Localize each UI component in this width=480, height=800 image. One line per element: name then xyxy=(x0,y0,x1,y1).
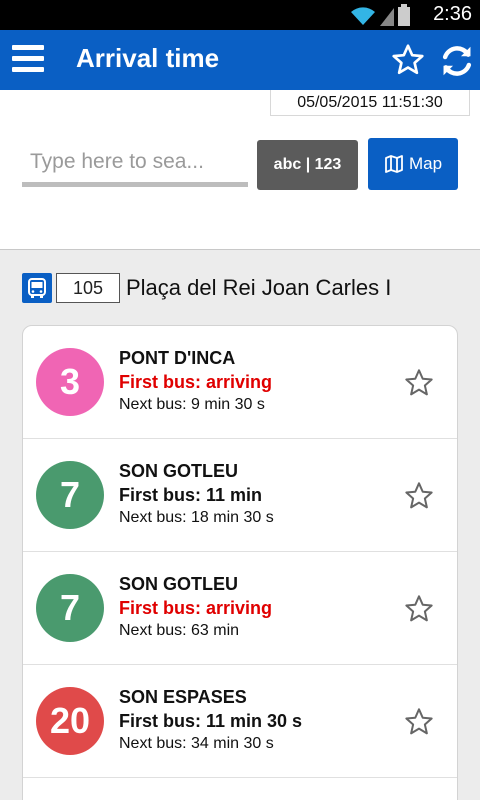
battery-icon xyxy=(398,4,410,26)
first-bus-time: First bus: arriving xyxy=(119,372,273,392)
status-icons xyxy=(350,4,410,26)
arrivals-list: 3 PONT D'INCA First bus: arriving Next b… xyxy=(22,325,458,800)
menu-icon[interactable] xyxy=(12,45,44,73)
wifi-icon xyxy=(351,7,375,25)
next-bus-time: Next bus: 63 min xyxy=(119,622,240,639)
search-box xyxy=(22,140,248,188)
line-badge: 20 xyxy=(36,687,104,755)
status-bar: 2:36 xyxy=(0,0,480,30)
last-update-timestamp: 05/05/2015 11:51:30 xyxy=(270,90,470,116)
app-bar: Arrival time xyxy=(0,30,480,90)
map-icon xyxy=(385,155,403,173)
stop-code: 105 xyxy=(56,273,120,303)
line-badge: 7 xyxy=(36,574,104,642)
favorite-star-icon[interactable] xyxy=(403,480,435,512)
next-bus-time: Next bus: 18 min 30 s xyxy=(119,509,274,526)
search-input[interactable] xyxy=(22,140,248,184)
list-item[interactable]: 20 SON ESPASES First bus: 11 min 30 s Ne… xyxy=(23,665,457,778)
next-bus-time: Next bus: 9 min 30 s xyxy=(119,396,265,413)
next-bus-time: Next bus: 34 min 30 s xyxy=(119,735,274,752)
keyboard-toggle-button[interactable]: abc | 123 xyxy=(257,140,358,190)
stop-header: 105 Plaça del Rei Joan Carles I xyxy=(22,270,462,306)
favorite-star-icon[interactable] xyxy=(403,367,435,399)
map-button-label: Map xyxy=(408,154,443,173)
signal-icon xyxy=(380,8,394,26)
list-item[interactable]: 7 SON GOTLEU First bus: 11 min Next bus:… xyxy=(23,439,457,552)
first-bus-time: First bus: 11 min 30 s xyxy=(119,711,303,731)
clock: 2:36 xyxy=(433,3,472,25)
list-item[interactable]: 7 SON GOTLEU First bus: arriving Next bu… xyxy=(23,552,457,665)
destination: SON GOTLEU xyxy=(119,574,239,594)
line-badge: 7 xyxy=(36,461,104,529)
favorite-star-icon[interactable] xyxy=(403,706,435,738)
favorite-star-icon[interactable] xyxy=(390,42,426,78)
first-bus-time: First bus: arriving xyxy=(119,598,273,618)
favorite-star-icon[interactable] xyxy=(403,593,435,625)
destination: SON ESPASES xyxy=(119,687,247,707)
search-underline xyxy=(22,182,248,187)
destination: PONT D'INCA xyxy=(119,348,236,368)
stop-name: Plaça del Rei Joan Carles I xyxy=(126,275,392,300)
bus-icon xyxy=(22,273,52,303)
page-title: Arrival time xyxy=(76,43,220,73)
line-badge: 3 xyxy=(36,348,104,416)
map-button[interactable]: Map xyxy=(368,138,458,190)
refresh-icon[interactable] xyxy=(438,42,476,80)
list-item[interactable]: 3 PONT D'INCA First bus: arriving Next b… xyxy=(23,326,457,439)
destination: SON GOTLEU xyxy=(119,461,239,481)
first-bus-time: First bus: 11 min xyxy=(119,485,263,505)
search-panel: 05/05/2015 11:51:30 abc | 123 Map xyxy=(0,90,480,250)
